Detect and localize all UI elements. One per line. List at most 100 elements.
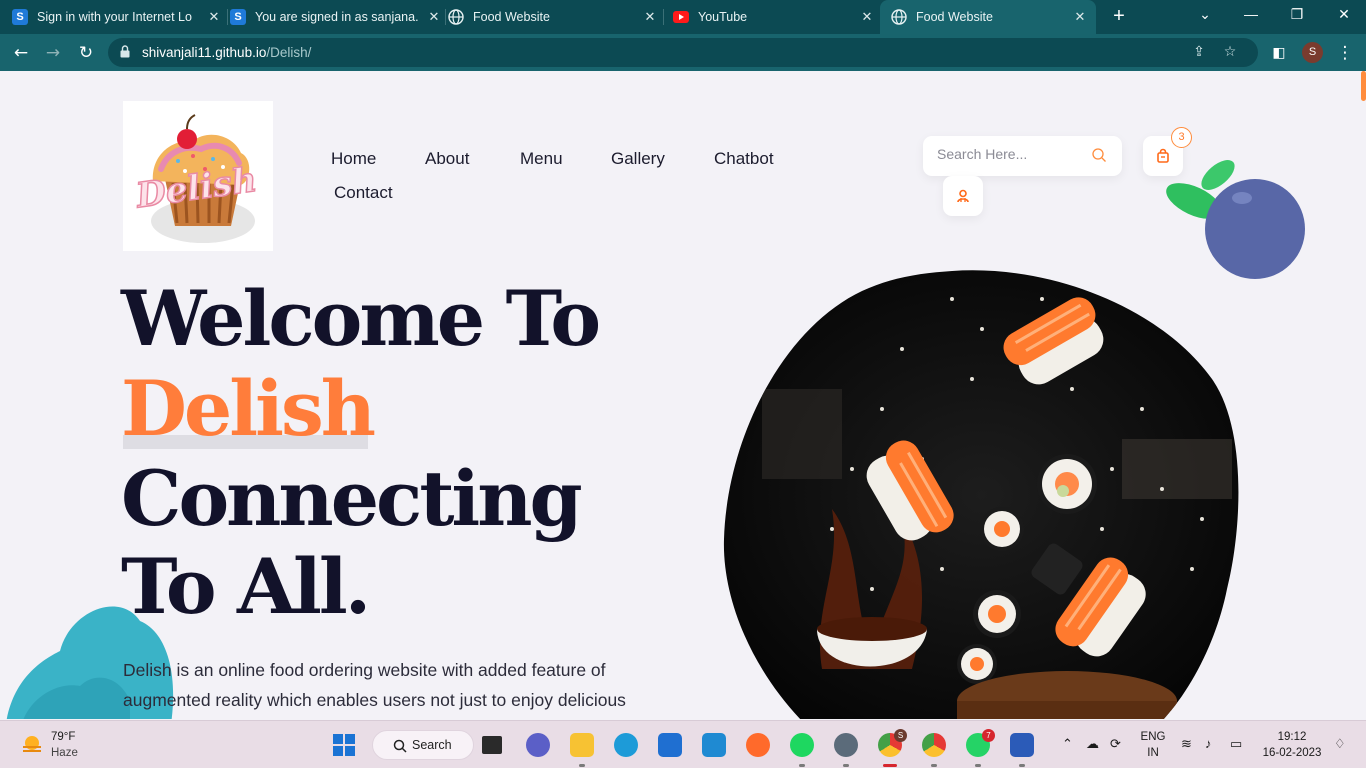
site-search <box>923 136 1122 176</box>
tab-youtube[interactable]: YouTube ✕ <box>673 0 875 34</box>
youtube-icon <box>673 9 689 25</box>
nav-about[interactable]: About <box>425 149 469 169</box>
tab-search-chevron-icon[interactable]: ⌄ <box>1195 6 1215 26</box>
vscode-icon[interactable] <box>702 733 726 757</box>
s-icon: S <box>12 9 28 25</box>
language-code[interactable]: ENG <box>1138 731 1168 743</box>
search-input[interactable] <box>937 146 1087 162</box>
tab-food-website-active[interactable]: Food Website ✕ <box>880 0 1096 34</box>
user-account-button[interactable] <box>943 176 983 216</box>
tab-signed-in[interactable]: S You are signed in as sanjana. ✕ <box>230 0 442 34</box>
browser-tab-bar: S Sign in with your Internet Lo ✕ S You … <box>0 0 1366 34</box>
windows-start-icon[interactable] <box>333 734 355 756</box>
tray-chevron-up-icon[interactable]: ⌃ <box>1062 736 1073 752</box>
hero-line-connecting: Connecting <box>121 454 583 543</box>
running-indicator <box>1019 764 1025 767</box>
address-bar: ← → ↻ shivanjali11.github.io/Delish/ ⇪ ☆… <box>0 34 1366 71</box>
profile-avatar[interactable]: S <box>1302 42 1323 63</box>
weather-description: Haze <box>51 747 78 759</box>
side-panel-icon[interactable]: ◧ <box>1268 42 1290 64</box>
spotify-icon[interactable] <box>790 733 814 757</box>
web-page: Delish Home About Menu Gallery Chatbot C… <box>0 71 1366 719</box>
globe-icon <box>891 9 907 25</box>
user-icon <box>957 189 969 203</box>
nav-home[interactable]: Home <box>331 149 376 169</box>
nav-gallery[interactable]: Gallery <box>611 149 665 169</box>
wifi-icon[interactable]: ≋ <box>1181 736 1192 752</box>
lock-icon <box>120 45 130 58</box>
clock-date[interactable]: 16-02-2023 <box>1257 747 1327 759</box>
new-tab-button[interactable]: + <box>1109 6 1129 26</box>
s-icon: S <box>230 9 246 25</box>
browser-menu-icon[interactable]: ⋮ <box>1334 42 1356 64</box>
tab-divider <box>227 9 228 25</box>
nav-menu[interactable]: Menu <box>520 149 563 169</box>
store-icon[interactable] <box>658 733 682 757</box>
cart-count-badge: 3 <box>1171 127 1192 148</box>
search-icon[interactable] <box>1091 147 1107 163</box>
url-text: shivanjali11.github.io/Delish/ <box>142 45 311 60</box>
close-icon[interactable]: ✕ <box>206 9 222 25</box>
bookmark-star-icon[interactable]: ☆ <box>1221 43 1239 61</box>
hero-line-delish: Delish <box>121 364 376 453</box>
volume-icon[interactable]: ♪ <box>1205 736 1212 751</box>
task-view-icon[interactable] <box>482 736 502 754</box>
tab-sign-in[interactable]: S Sign in with your Internet Lo ✕ <box>12 0 222 34</box>
windows-taskbar: 79°F Haze Search S 7 ⌃ ☁ ⟳ ENG IN ≋ ♪ ▭ … <box>0 720 1366 768</box>
clock-time[interactable]: 19:12 <box>1262 731 1322 743</box>
reload-icon[interactable]: ↻ <box>75 42 97 64</box>
tab-divider <box>445 9 446 25</box>
taskbar-search[interactable]: Search <box>372 730 474 760</box>
hero-description: Delish is an online food ordering websit… <box>123 660 626 710</box>
haze-weather-icon[interactable] <box>20 733 44 757</box>
url-omnibox[interactable]: shivanjali11.github.io/Delish/ ⇪ ☆ <box>108 38 1258 67</box>
hero-line-to-all: To All. <box>121 542 371 631</box>
close-icon[interactable]: ✕ <box>426 9 442 25</box>
tab-label: Food Website <box>916 10 993 24</box>
page-scrollbar[interactable] <box>1361 71 1366 101</box>
chrome-profile-badge: S <box>894 729 907 742</box>
window-close-icon[interactable]: ✕ <box>1334 6 1354 26</box>
tab-food-website[interactable]: Food Website ✕ <box>448 0 658 34</box>
back-arrow-icon[interactable]: ← <box>10 42 32 64</box>
tab-label: Sign in with your Internet Lo <box>37 10 192 24</box>
word-icon[interactable] <box>1010 733 1034 757</box>
notification-bell-icon[interactable]: ♢ <box>1334 736 1346 752</box>
close-icon[interactable]: ✕ <box>642 9 658 25</box>
nav-chatbot[interactable]: Chatbot <box>714 149 774 169</box>
cupcake-logo-icon: Delish <box>132 114 260 243</box>
weather-temperature: 79°F <box>51 731 76 743</box>
running-indicator <box>799 764 805 767</box>
hero-line-welcome: Welcome To <box>121 274 601 363</box>
teams-chat-icon[interactable] <box>526 733 550 757</box>
sync-icon[interactable]: ⟳ <box>1110 736 1121 752</box>
settings-gear-icon[interactable] <box>834 733 858 757</box>
blueberry-decoration <box>1166 160 1305 279</box>
nav-contact[interactable]: Contact <box>334 183 393 203</box>
site-logo[interactable]: Delish <box>123 101 273 251</box>
close-icon[interactable]: ✕ <box>859 9 875 25</box>
running-indicator <box>579 764 585 767</box>
restore-icon[interactable]: ❐ <box>1287 6 1307 26</box>
close-icon[interactable]: ✕ <box>1072 9 1088 25</box>
edge-icon[interactable] <box>614 733 638 757</box>
tab-label: Food Website <box>473 10 550 24</box>
firefox-icon[interactable] <box>746 733 770 757</box>
tab-divider <box>663 9 664 25</box>
file-explorer-icon[interactable] <box>570 733 594 757</box>
tab-label: YouTube <box>698 10 748 24</box>
language-region[interactable]: IN <box>1138 747 1168 759</box>
minimize-icon[interactable]: — <box>1241 6 1261 26</box>
onedrive-cloud-icon[interactable]: ☁ <box>1086 736 1099 752</box>
url-path: /Delish/ <box>266 45 312 60</box>
battery-icon[interactable]: ▭ <box>1230 736 1242 752</box>
running-indicator <box>931 764 937 767</box>
forward-arrow-icon[interactable]: → <box>42 42 64 64</box>
running-indicator <box>975 764 981 767</box>
share-icon[interactable]: ⇪ <box>1190 43 1208 61</box>
taskbar-search-label: Search <box>412 738 452 752</box>
url-host: shivanjali11.github.io <box>142 45 267 60</box>
chrome-profile-2-icon[interactable] <box>922 733 946 757</box>
sushi-hero-image <box>723 270 1239 719</box>
active-app-indicator <box>883 764 897 767</box>
